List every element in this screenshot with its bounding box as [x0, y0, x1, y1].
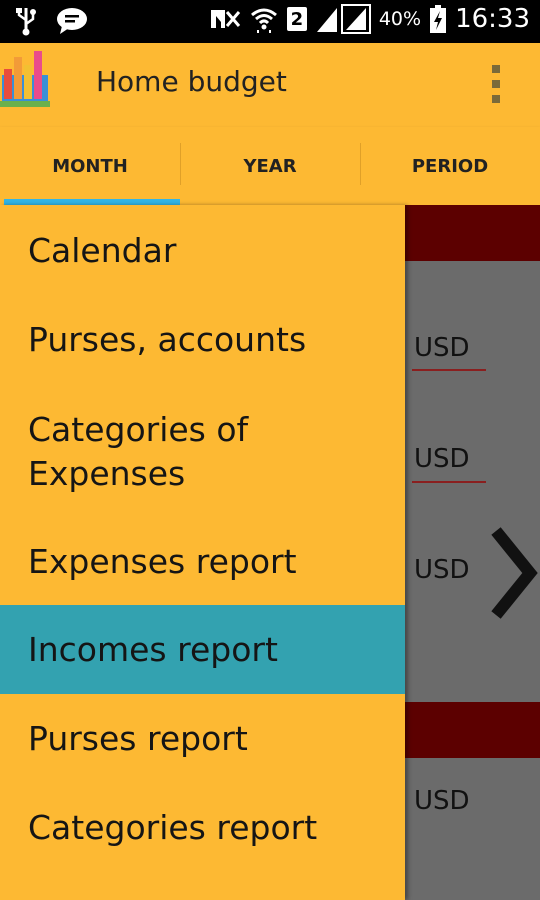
currency-label: USD [414, 444, 470, 474]
usb-icon [16, 8, 36, 36]
summary-band [405, 702, 540, 758]
app-bar: Home budget [0, 43, 540, 127]
wifi-icon [250, 8, 277, 33]
mute-icon [210, 10, 240, 28]
drawer-item-label: Purses, accounts [28, 320, 307, 359]
drawer-item-purses-accounts[interactable]: Purses, accounts [0, 296, 405, 384]
currency-label: USD [414, 555, 470, 585]
drawer-item-calendar[interactable]: Calendar [0, 205, 405, 296]
drawer-item-label: Categories report [28, 807, 318, 847]
drawer-item-label: Expenses report [28, 542, 297, 581]
app-logo-icon[interactable] [0, 45, 50, 115]
drawer-item-purses-report[interactable]: Purses report [0, 694, 405, 783]
currency-label: USD [414, 786, 470, 816]
drawer-item-label: Purses report [28, 718, 248, 758]
tab-bar: MONTH YEAR PERIOD [0, 127, 540, 205]
drawer-item-incomes-report[interactable]: Incomes report [0, 605, 405, 694]
navigation-drawer: Calendar Purses, accounts Categories of … [0, 205, 405, 900]
battery-percent: 40% [378, 8, 422, 30]
status-bar: 2 40% 16:33 [0, 0, 540, 43]
drawer-item-label: Calendar [28, 230, 177, 270]
drawer-item-expenses-report[interactable]: Expenses report [0, 519, 405, 605]
tab-period[interactable]: PERIOD [360, 127, 540, 205]
app-title: Home budget [96, 65, 287, 98]
clock: 16:33 [455, 4, 530, 34]
currency-label: USD [414, 333, 470, 363]
field-underline [412, 481, 486, 483]
tab-year[interactable]: YEAR [180, 127, 360, 205]
battery-icon [430, 5, 447, 33]
drawer-item-label: Incomes report [28, 629, 278, 669]
tab-month[interactable]: MONTH [0, 127, 180, 205]
drawer-item-categories-of-expenses[interactable]: Categories of Expenses [0, 384, 405, 519]
background-content: USD USD USD USD [405, 205, 540, 900]
chevron-right-icon[interactable] [490, 525, 538, 621]
drawer-item-label: Categories of Expenses [28, 409, 249, 493]
field-underline [412, 369, 486, 371]
overflow-menu-icon[interactable] [490, 65, 502, 103]
sim-2-icon: 2 [286, 7, 307, 31]
chat-icon [57, 8, 87, 34]
signal-icon [316, 4, 371, 34]
summary-band [405, 205, 540, 261]
drawer-item-categories-report[interactable]: Categories report [0, 783, 405, 872]
